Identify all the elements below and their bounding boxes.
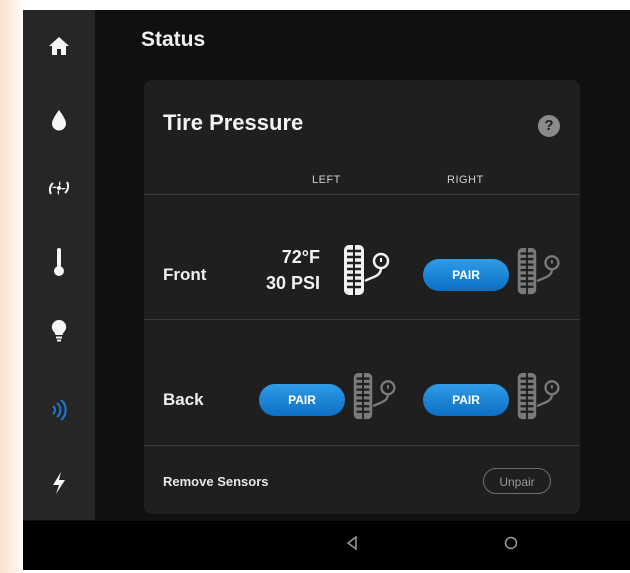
- tire-pressure-card: Tire Pressure ? LEFT RIGHT Front 72°F 30…: [144, 80, 580, 514]
- home-icon: [49, 37, 69, 55]
- front-left-temperature: 72°F: [281, 247, 320, 267]
- unpair-button[interactable]: Unpair: [483, 468, 551, 494]
- tire-sensor-icon: [517, 373, 560, 420]
- card-title: Tire Pressure: [163, 110, 304, 135]
- pair-button-back-right[interactable]: PAIR: [423, 384, 509, 416]
- water-drop-icon: [52, 110, 66, 131]
- home-circle-icon[interactable]: [503, 535, 519, 551]
- fan-icon: [48, 181, 70, 195]
- front-left-reading: 72°F 30 PSI: [238, 244, 320, 296]
- android-nav-bar: [23, 521, 630, 570]
- column-header-left: LEFT: [312, 174, 341, 186]
- remove-sensors-label: Remove Sensors: [163, 474, 269, 489]
- sidebar-item-water[interactable]: [23, 90, 95, 150]
- thermometer-icon: [54, 248, 64, 276]
- help-icon[interactable]: ?: [538, 115, 560, 137]
- row-label-front: Front: [163, 265, 207, 284]
- sidebar-item-lights[interactable]: [23, 301, 95, 361]
- column-header-right: RIGHT: [447, 174, 484, 186]
- divider: [144, 319, 580, 320]
- sidebar-item-power[interactable]: [23, 453, 95, 513]
- tire-sensor-icon: [344, 245, 390, 295]
- front-left-pressure: 30 PSI: [265, 273, 320, 293]
- sidebar-item-fan[interactable]: [23, 158, 95, 218]
- pair-button-back-left[interactable]: PAIR: [259, 384, 345, 416]
- signal-waves-icon: [52, 399, 67, 421]
- divider: [144, 194, 580, 195]
- divider: [144, 445, 580, 446]
- sidebar: [23, 10, 95, 520]
- sidebar-item-home[interactable]: [23, 16, 95, 76]
- tire-sensor-icon: [353, 373, 396, 420]
- sidebar-item-temperature[interactable]: [23, 232, 95, 292]
- row-label-back: Back: [163, 390, 204, 409]
- tire-sensor-icon: [517, 248, 560, 295]
- pair-button-front-right[interactable]: PAIR: [423, 259, 509, 291]
- lightbulb-icon: [51, 319, 67, 342]
- page-title: Status: [141, 28, 206, 51]
- sidebar-item-sensors[interactable]: [23, 380, 95, 440]
- back-triangle-icon[interactable]: [345, 535, 359, 551]
- app-screen: Status Tire Pressure ? LEFT RIGHT Front …: [23, 10, 630, 570]
- lightning-icon: [53, 472, 65, 494]
